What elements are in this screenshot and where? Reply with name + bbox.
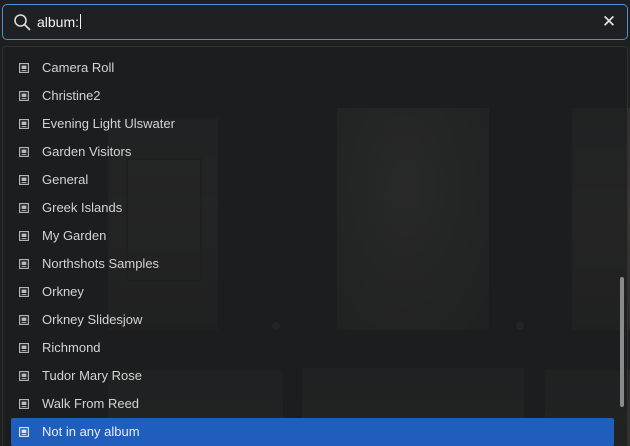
list-item-label: Orkney <box>42 284 84 299</box>
close-icon[interactable]: ✕ <box>599 12 619 32</box>
album-icon <box>19 259 29 269</box>
list-item[interactable]: My Garden <box>3 222 627 250</box>
list-item[interactable]: Richmond <box>3 334 627 362</box>
list-item-label: Orkney Slidesjow <box>42 312 143 327</box>
list-item[interactable]: Orkney Slidesjow <box>3 306 627 334</box>
album-icon <box>19 203 29 213</box>
list-item-label: My Garden <box>42 228 107 243</box>
list-item[interactable]: Walk From Reed <box>3 390 627 418</box>
album-icon <box>19 147 29 157</box>
list-item[interactable]: Greek Islands <box>3 194 627 222</box>
list-item-selected[interactable]: Not in any album <box>11 418 614 446</box>
album-icon <box>19 287 29 297</box>
list-item-label: Christine2 <box>42 88 101 103</box>
album-suggestion-dropdown: Camera Roll Christine2 Evening Light Ulswa… <box>2 46 628 446</box>
album-icon <box>19 427 29 437</box>
list-item[interactable]: Christine2 <box>3 82 627 110</box>
list-item-label: Garden Visitors <box>42 144 132 159</box>
list-item-label: General <box>42 172 89 187</box>
album-list: Camera Roll Christine2 Evening Light Ulswa… <box>3 54 627 446</box>
list-item[interactable]: General <box>3 166 627 194</box>
album-icon <box>19 119 29 129</box>
list-item-label: Tudor Mary Rose <box>42 368 142 383</box>
search-icon <box>14 14 31 31</box>
list-item[interactable]: Camera Roll <box>3 54 627 82</box>
album-icon <box>19 371 29 381</box>
list-item-label: Evening Light Ulswater <box>42 116 175 131</box>
text-caret <box>80 14 82 29</box>
list-item-label: Greek Islands <box>42 200 123 215</box>
search-bar[interactable]: album: ✕ <box>2 4 628 40</box>
album-icon <box>19 175 29 185</box>
list-item[interactable]: Tudor Mary Rose <box>3 362 627 390</box>
album-icon <box>19 231 29 241</box>
search-query-text: album: <box>37 14 80 30</box>
list-item-label: Northshots Samples <box>42 256 160 271</box>
search-input[interactable]: album: <box>37 13 82 31</box>
album-icon <box>19 91 29 101</box>
list-item-label: Not in any album <box>42 424 140 439</box>
list-item-label: Walk From Reed <box>42 396 140 411</box>
list-item[interactable]: Evening Light Ulswater <box>3 110 627 138</box>
album-icon <box>19 63 29 73</box>
list-item-label: Richmond <box>42 340 101 355</box>
album-icon <box>19 399 29 409</box>
list-item-label: Camera Roll <box>42 60 115 75</box>
list-item[interactable]: Northshots Samples <box>3 250 627 278</box>
list-item[interactable]: Garden Visitors <box>3 138 627 166</box>
album-icon <box>19 315 29 325</box>
album-icon <box>19 343 29 353</box>
app-window: album: ✕ Camera Roll Christine2 Evening Li… <box>0 0 630 446</box>
list-item[interactable]: Orkney <box>3 278 627 306</box>
dropdown-scrollbar[interactable] <box>620 277 624 407</box>
